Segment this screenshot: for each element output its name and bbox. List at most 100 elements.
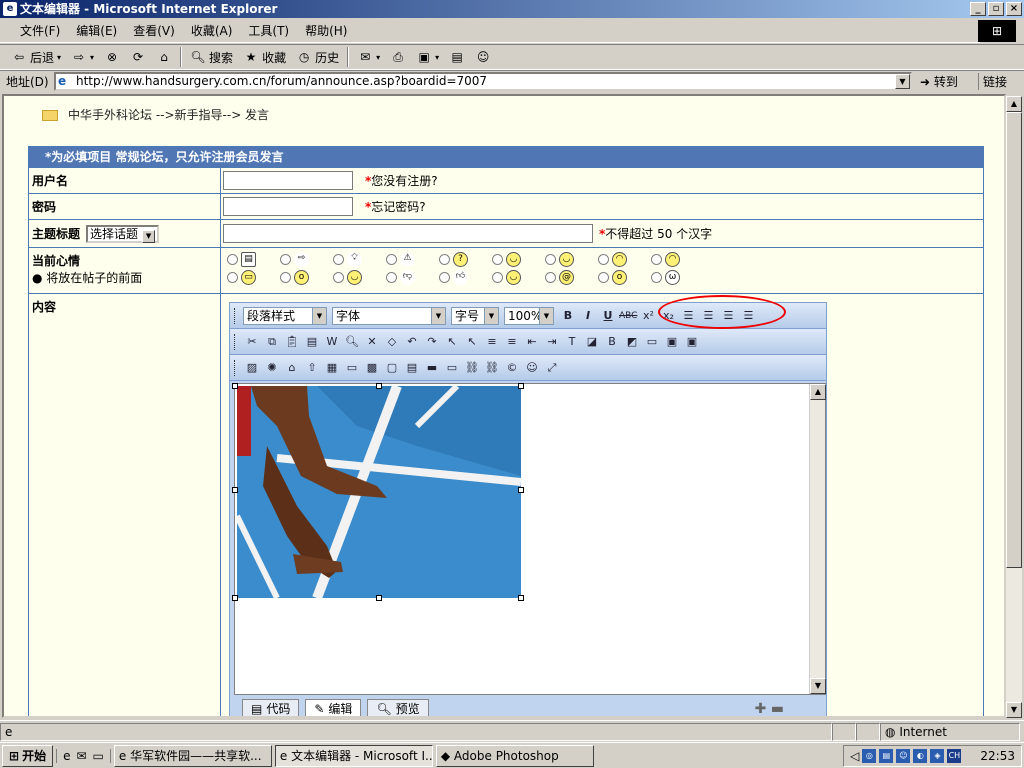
insert-media-icon[interactable]: ⌂ xyxy=(283,359,301,377)
mood-radio[interactable] xyxy=(227,272,238,283)
search-button[interactable]: 🔍︎ 搜索 xyxy=(185,49,238,66)
insert-symbol-icon[interactable]: © xyxy=(503,359,521,377)
outlook-launch-icon[interactable]: ✉ xyxy=(76,749,86,763)
topic-select[interactable]: 选择话题 ▼ xyxy=(86,224,160,243)
insert-upload-icon[interactable]: ⇧ xyxy=(303,359,321,377)
page-scrollbar[interactable]: ▲ ▼ xyxy=(1006,96,1022,718)
inserted-photo[interactable] xyxy=(237,386,521,598)
mood-option[interactable]: ▭ xyxy=(227,270,280,285)
resize-handle[interactable] xyxy=(232,487,238,493)
insert-table-icon[interactable]: ▦ xyxy=(323,359,341,377)
mood-option[interactable]: 👍︎ xyxy=(439,270,492,285)
layer-icon[interactable]: ▭ xyxy=(643,333,661,351)
tray-qq-icon[interactable]: ☺ xyxy=(896,749,911,763)
scroll-down-button[interactable]: ▼ xyxy=(1006,702,1022,718)
delete-icon[interactable]: ✕ xyxy=(363,333,381,351)
mood-radio[interactable] xyxy=(545,254,556,265)
mood-radio[interactable] xyxy=(651,272,662,283)
eraser-icon[interactable]: ◇ xyxy=(383,333,401,351)
scroll-down-button[interactable]: ▼ xyxy=(810,678,826,694)
fullscreen-icon[interactable]: ⤢ xyxy=(543,359,561,377)
maximize-button[interactable]: ▫ xyxy=(988,2,1004,16)
password-input[interactable] xyxy=(223,197,353,216)
forgot-password-link[interactable]: 忘记密码? xyxy=(371,198,425,215)
mood-option[interactable]: ◡ xyxy=(492,270,545,285)
mood-radio[interactable] xyxy=(333,272,344,283)
ie-launch-icon[interactable]: e xyxy=(63,749,70,763)
mood-radio[interactable] xyxy=(651,254,662,265)
tray-input-icon[interactable]: ◐ xyxy=(913,749,928,763)
redo-icon[interactable]: ↷ xyxy=(423,333,441,351)
paste-icon[interactable]: 📋︎ xyxy=(283,333,301,351)
underline-icon[interactable]: U xyxy=(599,307,617,325)
mood-option[interactable]: 👎︎ xyxy=(386,270,439,285)
register-link[interactable]: 您没有注册? xyxy=(371,172,437,189)
send-backward-icon[interactable]: ▣ xyxy=(683,333,701,351)
fill-color-icon[interactable]: ◪ xyxy=(583,333,601,351)
mood-radio[interactable] xyxy=(439,272,450,283)
favorites-button[interactable]: ★ 收藏 xyxy=(238,49,291,66)
print-button[interactable]: ⎙ xyxy=(385,49,411,65)
mood-radio[interactable] xyxy=(545,272,556,283)
bring-forward-icon[interactable]: ▣ xyxy=(663,333,681,351)
insert-emoticon-icon[interactable]: ☺ xyxy=(523,359,541,377)
menu-file[interactable]: 文件(F) xyxy=(12,22,68,39)
taskbar-item-huajun[interactable]: e 华军软件园——共享软... xyxy=(113,744,272,767)
zoom-select[interactable]: 100% ▼ xyxy=(504,306,554,325)
mood-option[interactable]: ◠ xyxy=(598,252,651,267)
cut-icon[interactable]: ✂ xyxy=(243,333,261,351)
shrink-icon[interactable]: ▬ xyxy=(771,701,784,716)
bullet-list-icon[interactable]: ≡ xyxy=(503,333,521,351)
mood-option[interactable]: o xyxy=(598,270,651,285)
insert-row-icon[interactable]: ▭ xyxy=(343,359,361,377)
font-select[interactable]: 字体 ▼ xyxy=(332,306,446,325)
bold-icon[interactable]: B xyxy=(559,307,577,325)
address-input[interactable]: e http://www.handsurgery.com.cn/forum/an… xyxy=(54,72,912,91)
resize-handle[interactable] xyxy=(376,383,382,389)
forward-button[interactable]: ⇨ ▾ xyxy=(66,49,99,65)
tab-code[interactable]: ▤ 代码 xyxy=(242,699,300,716)
mood-radio[interactable] xyxy=(227,254,238,265)
expand-icon[interactable]: ✚ xyxy=(755,701,767,716)
mood-radio[interactable] xyxy=(280,272,291,283)
mood-option[interactable]: ⚠ xyxy=(386,252,439,267)
taskbar-item-photoshop[interactable]: ◆ Adobe Photoshop xyxy=(435,744,594,767)
insert-page-icon[interactable]: ▤ xyxy=(403,359,421,377)
stop-button[interactable]: ⊗ xyxy=(99,49,125,65)
tab-preview[interactable]: 🔍︎ 预览 xyxy=(367,699,429,716)
resize-handle[interactable] xyxy=(518,487,524,493)
insert-grid-icon[interactable]: ▩ xyxy=(363,359,381,377)
address-dropdown-button[interactable]: ▼ xyxy=(895,74,910,89)
resize-handle[interactable] xyxy=(376,595,382,601)
minimize-button[interactable]: _ xyxy=(970,2,986,16)
history-button[interactable]: ◷ 历史 xyxy=(291,49,344,66)
discuss-button[interactable]: ▤ xyxy=(444,49,470,65)
editor-canvas[interactable]: ▲ ▼ xyxy=(232,383,826,695)
numbered-list-icon[interactable]: ≡ xyxy=(483,333,501,351)
resize-handle[interactable] xyxy=(518,383,524,389)
menu-view[interactable]: 查看(V) xyxy=(125,22,183,39)
mood-option[interactable]: ◡ xyxy=(492,252,545,267)
mood-option[interactable]: ω xyxy=(651,270,704,285)
mood-radio[interactable] xyxy=(386,254,397,265)
mood-option[interactable]: ◡ xyxy=(333,270,386,285)
tray-network-icon[interactable]: ▤ xyxy=(879,749,894,763)
mood-radio[interactable] xyxy=(598,272,609,283)
insert-frame-icon[interactable]: ▢ xyxy=(383,359,401,377)
font-size-select[interactable]: 字号 ▼ xyxy=(451,306,499,325)
go-button[interactable]: ➜ 转到 xyxy=(920,73,958,90)
start-button[interactable]: ⊞ 开始 xyxy=(2,744,54,767)
outdent-icon[interactable]: ⇤ xyxy=(523,333,541,351)
close-button[interactable]: × xyxy=(1006,2,1022,16)
resize-handle[interactable] xyxy=(518,595,524,601)
username-input[interactable] xyxy=(223,171,353,190)
paragraph-style-select[interactable]: 段落样式 ▼ xyxy=(243,306,327,325)
mood-option[interactable]: ▤ xyxy=(227,252,280,267)
remove-link-icon[interactable]: ⛓ xyxy=(483,359,501,377)
mood-radio[interactable] xyxy=(439,254,450,265)
mood-option[interactable]: 💡︎ xyxy=(333,252,386,267)
scroll-up-button[interactable]: ▲ xyxy=(1006,96,1022,112)
desktop-launch-icon[interactable]: ▭ xyxy=(93,749,104,763)
strikethrough-icon[interactable]: ABC xyxy=(619,307,637,325)
tray-shield-icon[interactable]: ◈ xyxy=(930,749,945,763)
